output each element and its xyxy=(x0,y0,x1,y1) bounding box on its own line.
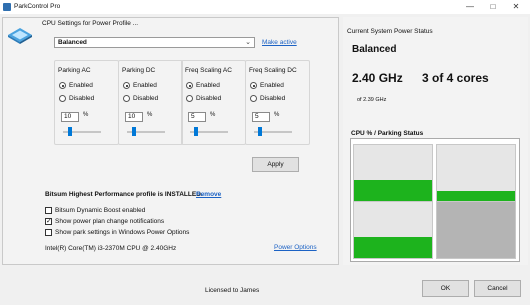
freq-scaling-dc-unit: % xyxy=(274,112,280,118)
parking-dc-disabled-radio[interactable] xyxy=(123,95,130,102)
licensed-text: Licensed to James xyxy=(205,287,260,294)
parking-ac-slider-thumb[interactable] xyxy=(68,127,72,136)
cpu-settings-heading: CPU Settings for Power Profile ... xyxy=(42,20,139,27)
parking-dc-title: Parking DC xyxy=(122,67,156,74)
notifications-option[interactable]: Show power plan change notifications xyxy=(45,217,165,225)
freq-scaling-ac-disabled-option[interactable]: Disabled xyxy=(186,95,221,102)
bitsum-installed-text: Bitsum Highest Performance profile is IN… xyxy=(45,191,203,198)
parking-ac-enabled-option[interactable]: Enabled xyxy=(59,82,93,89)
parking-ac-value-input[interactable]: 10 xyxy=(61,112,79,122)
status-heading: Current System Power Status xyxy=(347,28,433,35)
freq-scaling-ac-disabled-radio[interactable] xyxy=(186,95,193,102)
ok-button[interactable]: OK xyxy=(422,280,469,297)
cpu-name: Intel(R) Core(TM) i3-2370M CPU @ 2.40GHz xyxy=(45,245,177,252)
parking-ac-disabled-radio[interactable] xyxy=(59,95,66,102)
close-button[interactable]: ✕ xyxy=(508,1,524,13)
power-profile-dropdown[interactable]: Balanced ⌄ xyxy=(54,37,255,48)
freq-scaling-ac-enabled-option[interactable]: Enabled xyxy=(186,82,220,89)
status-frequency: 2.40 GHz xyxy=(352,71,403,85)
park-settings-option[interactable]: Show park settings in Windows Power Opti… xyxy=(45,229,189,236)
parking-ac-unit: % xyxy=(83,112,89,118)
chevron-down-icon: ⌄ xyxy=(245,39,251,46)
freq-scaling-dc-enabled-radio[interactable] xyxy=(250,82,257,89)
freq-scaling-ac-unit: % xyxy=(210,112,216,118)
core-0-usage-bar xyxy=(354,180,432,201)
parking-ac-disabled-label: Disabled xyxy=(69,95,95,102)
parking-dc-enabled-radio[interactable] xyxy=(123,82,130,89)
maximize-button[interactable]: □ xyxy=(485,1,501,13)
freq-scaling-ac-enabled-radio[interactable] xyxy=(186,82,193,89)
freq-scaling-dc-disabled-radio[interactable] xyxy=(250,95,257,102)
status-cores: 3 of 4 cores xyxy=(422,71,489,85)
parking-ac-disabled-option[interactable]: Disabled xyxy=(59,95,94,102)
core-3-cell xyxy=(436,201,516,259)
freq-scaling-dc-enabled-option[interactable]: Enabled xyxy=(250,82,284,89)
park-settings-label: Show park settings in Windows Power Opti… xyxy=(55,229,190,236)
parking-dc-enabled-option[interactable]: Enabled xyxy=(123,82,157,89)
minimize-button[interactable]: — xyxy=(462,1,478,13)
core-2-usage-bar xyxy=(354,237,432,258)
parking-dc-disabled-option[interactable]: Disabled xyxy=(123,95,158,102)
window-title: ParkControl Pro xyxy=(14,3,61,10)
freq-scaling-dc-slider-thumb[interactable] xyxy=(258,127,262,136)
power-profile-selected: Balanced xyxy=(58,39,87,46)
freq-scaling-dc-disabled-label: Disabled xyxy=(260,95,286,102)
freq-scaling-ac-value-input[interactable]: 5 xyxy=(188,112,206,122)
core-1-cell xyxy=(436,144,516,202)
app-icon xyxy=(3,3,11,11)
notifications-label: Show power plan change notifications xyxy=(55,218,165,225)
freq-scaling-ac-enabled-label: Enabled xyxy=(196,82,220,89)
parking-dc-unit: % xyxy=(147,112,153,118)
make-active-link[interactable]: Make active xyxy=(262,39,297,46)
freq-scaling-dc-enabled-label: Enabled xyxy=(260,82,284,89)
chart-title: CPU % / Parking Status xyxy=(351,130,424,137)
freq-scaling-dc-value-input[interactable]: 5 xyxy=(252,112,270,122)
parking-dc-enabled-label: Enabled xyxy=(133,82,157,89)
parking-dc-value-input[interactable]: 10 xyxy=(125,112,143,122)
parking-dc-disabled-label: Disabled xyxy=(133,95,159,102)
freq-scaling-dc-title: Freq Scaling DC xyxy=(249,67,297,74)
cpu-parking-chart xyxy=(350,138,520,262)
core-1-usage-bar xyxy=(437,191,515,201)
park-settings-checkbox[interactable] xyxy=(45,229,52,236)
dynamic-boost-checkbox[interactable] xyxy=(45,207,52,214)
freq-scaling-ac-disabled-label: Disabled xyxy=(196,95,222,102)
title-bar xyxy=(0,0,530,14)
apply-button[interactable]: Apply xyxy=(252,157,299,172)
parking-ac-title: Parking AC xyxy=(58,67,91,74)
core-2-cell xyxy=(353,201,433,259)
core-0-cell xyxy=(353,144,433,202)
freq-scaling-ac-slider-thumb[interactable] xyxy=(194,127,198,136)
status-of-max: of 2.39 GHz xyxy=(357,97,387,103)
power-options-link[interactable]: Power Options xyxy=(274,244,317,251)
status-profile: Balanced xyxy=(352,44,397,55)
parking-ac-enabled-radio[interactable] xyxy=(59,82,66,89)
freq-scaling-ac-title: Freq Scaling AC xyxy=(185,67,232,74)
dynamic-boost-option[interactable]: Bitsum Dynamic Boost enabled xyxy=(45,207,145,214)
parkcontrol-logo-icon xyxy=(8,28,32,44)
cancel-button[interactable]: Cancel xyxy=(474,280,521,297)
parking-dc-slider-thumb[interactable] xyxy=(132,127,136,136)
remove-link[interactable]: Remove xyxy=(196,191,221,198)
freq-scaling-dc-disabled-option[interactable]: Disabled xyxy=(250,95,285,102)
parking-ac-enabled-label: Enabled xyxy=(69,82,93,89)
dynamic-boost-label: Bitsum Dynamic Boost enabled xyxy=(55,207,146,214)
notifications-checkbox[interactable] xyxy=(45,217,52,225)
